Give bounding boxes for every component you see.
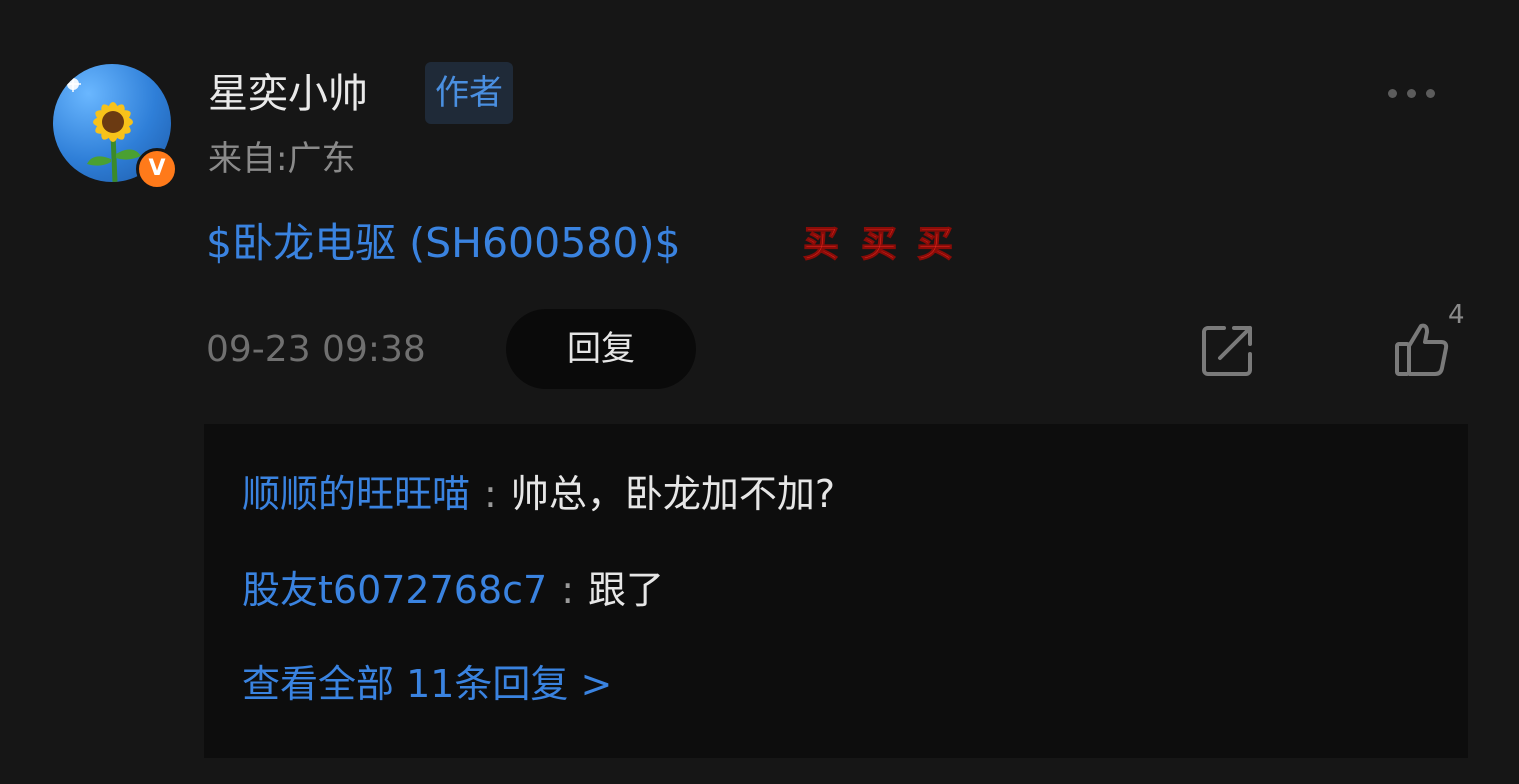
buy-emoji-text: 买	[917, 224, 953, 265]
like-count: 4	[1448, 300, 1465, 330]
reply-item: 股友t6072768c7: 跟了	[242, 560, 664, 620]
buy-emoji-icon: 买	[916, 224, 953, 266]
buy-emoji-icon: 买	[802, 224, 839, 266]
reply-username[interactable]: 顺顺的旺旺喵	[242, 472, 470, 516]
buy-emoji-text: 买	[861, 224, 897, 265]
verified-icon: V	[136, 148, 178, 190]
more-icon[interactable]	[1388, 80, 1444, 106]
timestamp: 09-23 09:38	[206, 329, 426, 370]
reply-button[interactable]: 回复	[506, 309, 696, 389]
location-label: 来自:广东	[208, 139, 356, 179]
reply-separator: :	[484, 472, 497, 516]
author-badge: 作者	[425, 62, 513, 124]
thumbs-up-icon[interactable]	[1393, 320, 1451, 378]
stock-link[interactable]: $卧龙电驱 (SH600580)$	[206, 212, 681, 274]
buy-emoji-text: 买	[803, 224, 839, 265]
buy-emoji-icon: 买	[860, 224, 897, 266]
reply-username[interactable]: 股友t6072768c7	[242, 568, 547, 612]
reply-text: 跟了	[588, 568, 665, 612]
replies-box: 顺顺的旺旺喵: 帅总，卧龙加不加? 股友t6072768c7: 跟了 查看全部 11…	[204, 424, 1468, 758]
reply-separator: :	[561, 568, 575, 612]
share-icon[interactable]	[1200, 322, 1256, 378]
reply-text: 帅总，卧龙加不加?	[510, 472, 835, 516]
username[interactable]: 星奕小帅	[208, 66, 368, 122]
view-all-replies-link[interactable]: 查看全部 11条回复 >	[242, 654, 612, 714]
reply-item: 顺顺的旺旺喵: 帅总，卧龙加不加?	[242, 464, 835, 524]
